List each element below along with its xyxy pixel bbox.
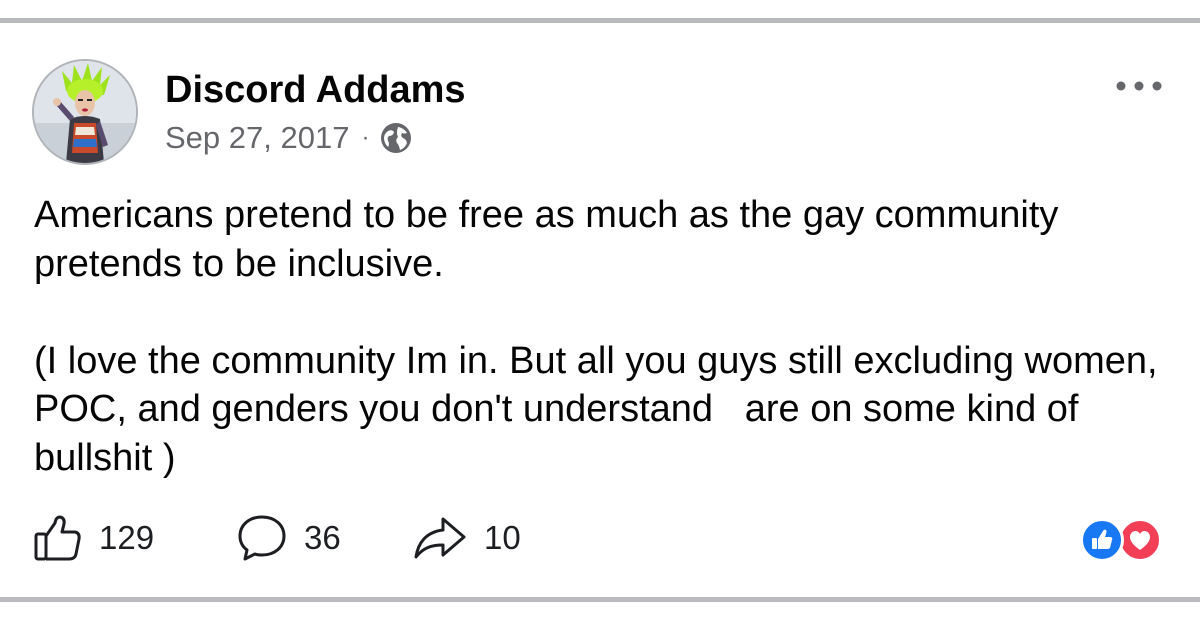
top-divider (0, 18, 1200, 23)
globe-icon[interactable] (379, 121, 413, 155)
share-count: 10 (484, 519, 521, 556)
share-button[interactable]: 10 (412, 510, 521, 566)
avatar[interactable] (32, 59, 138, 165)
like-button[interactable]: 129 (33, 510, 154, 566)
love-reaction-icon (1118, 518, 1162, 562)
post-date[interactable]: Sep 27, 2017 (165, 120, 349, 156)
share-arrow-icon (414, 517, 466, 559)
comment-count: 36 (304, 519, 341, 556)
meta-separator: · (361, 124, 370, 151)
post-paragraph: (I love the community Im in. But all you… (34, 339, 1169, 479)
author-name[interactable]: Discord Addams (165, 68, 466, 112)
like-reaction-icon (1080, 518, 1124, 562)
post-paragraph: Americans pretend to be free as much as … (34, 194, 1069, 285)
post-meta: Sep 27, 2017 · (165, 118, 413, 158)
reactions-summary[interactable] (1080, 518, 1172, 562)
avatar-image (34, 61, 136, 163)
comment-button[interactable]: 36 (236, 510, 341, 566)
speech-bubble-icon (238, 515, 286, 561)
bottom-divider (0, 597, 1200, 602)
ellipsis-icon[interactable] (1113, 74, 1165, 98)
post-body: Americans pretend to be free as much as … (34, 191, 1184, 482)
like-count: 129 (99, 519, 155, 556)
thumbs-up-icon (34, 515, 81, 561)
